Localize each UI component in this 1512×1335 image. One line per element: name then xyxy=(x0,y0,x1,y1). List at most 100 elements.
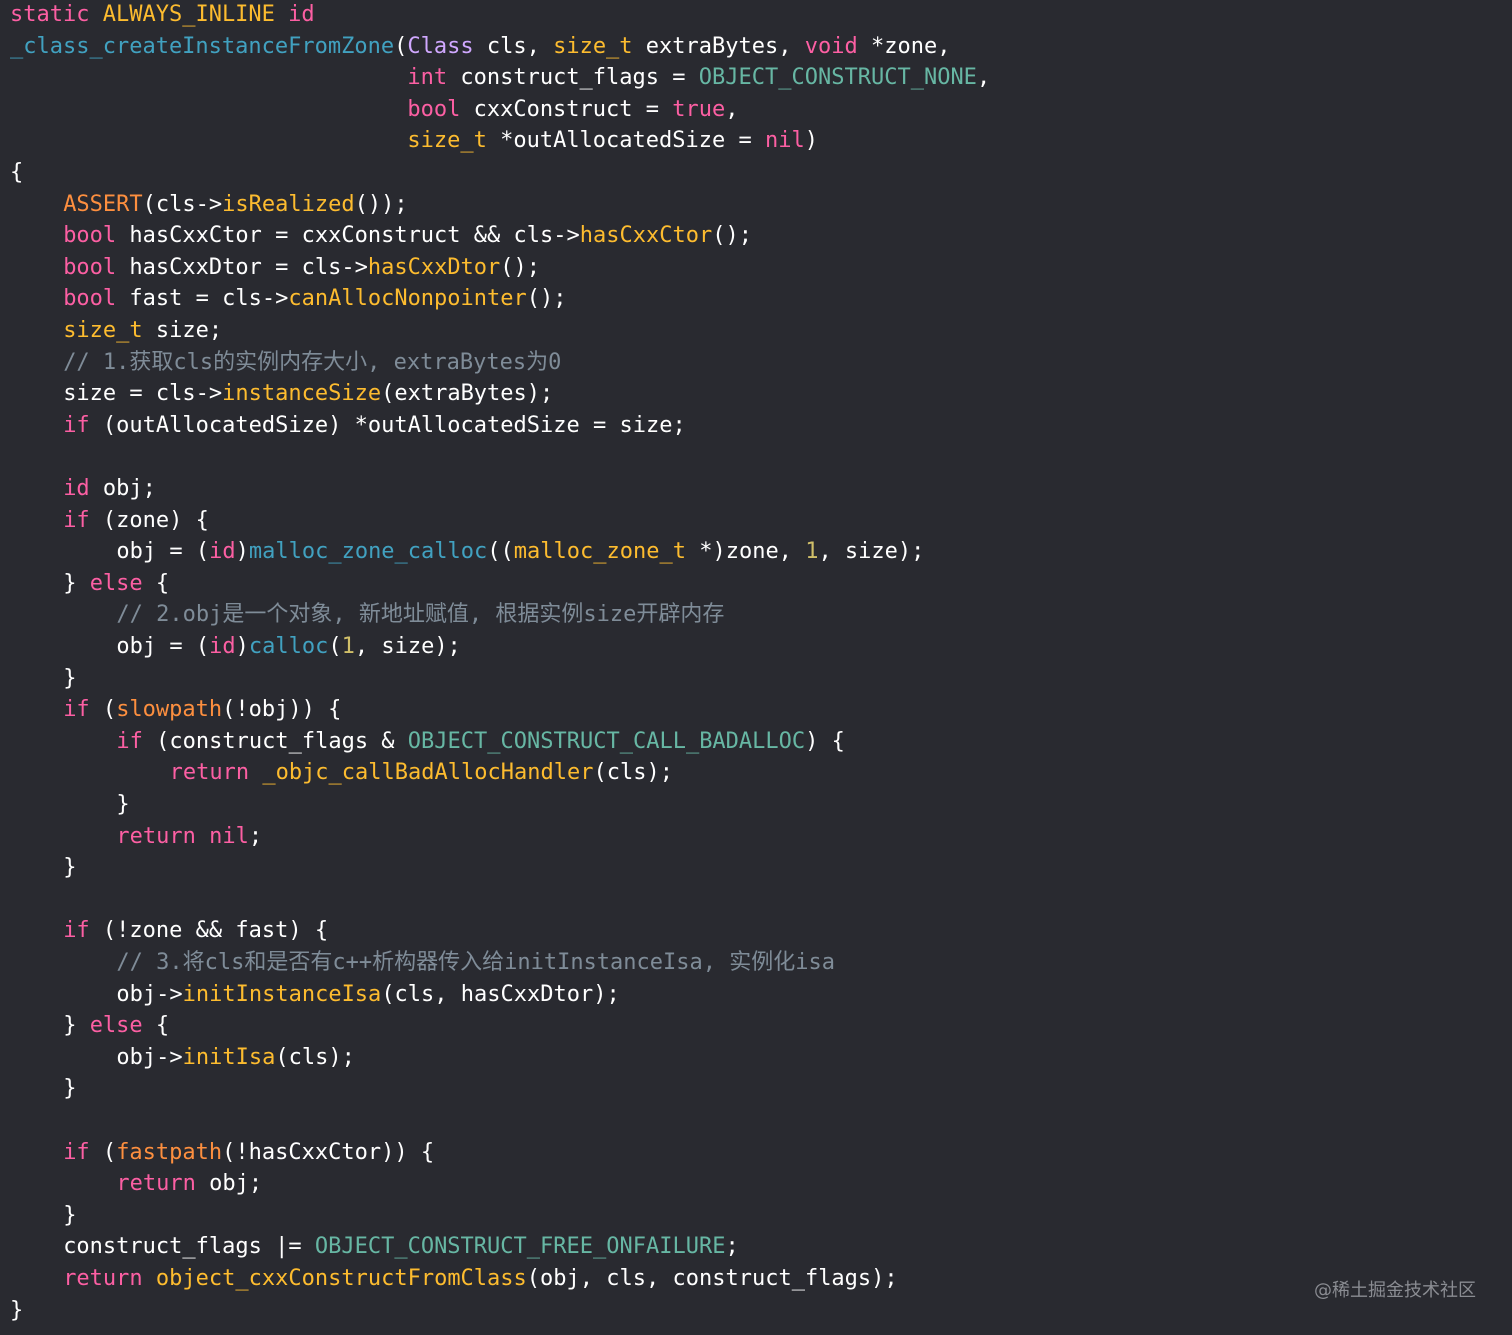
code-token-member-call: _objc_callBadAllocHandler xyxy=(262,760,594,786)
code-token-function-decl: calloc xyxy=(248,634,329,659)
code-line: construct_flags |= OBJECT_CONSTRUCT_FREE… xyxy=(63,1232,739,1262)
code-line: return obj; xyxy=(116,1169,262,1199)
code-token-keyword: bool xyxy=(63,254,117,280)
code-token-plain: obj = ( xyxy=(116,634,210,659)
code-token-plain: } xyxy=(63,855,77,881)
code-line: bool hasCxxDtor = cls->hasCxxDtor(); xyxy=(63,253,540,283)
code-token-plain: cls, xyxy=(473,33,554,59)
code-token-plain: ( xyxy=(394,33,408,59)
code-line: if (outAllocatedSize) *outAllocatedSize … xyxy=(63,411,686,441)
code-token-keyword: true xyxy=(672,96,726,122)
code-token-keyword: if xyxy=(63,507,90,533)
code-token-keyword: if xyxy=(63,412,90,438)
code-line: if (construct_flags & OBJECT_CONSTRUCT_C… xyxy=(116,727,845,757)
code-token-constant: OBJECT_CONSTRUCT_FREE_ONFAILURE xyxy=(314,1234,726,1260)
code-token-keyword: id xyxy=(209,634,236,659)
code-token-number: 1 xyxy=(341,634,355,659)
code-token-keyword: else xyxy=(89,570,143,596)
code-token-plain: , size); xyxy=(354,634,461,659)
code-token-comment: // 1.获取cls的实例内存大小, extraBytes为0 xyxy=(63,349,562,375)
code-token-keyword: void xyxy=(804,33,858,59)
code-line: return nil; xyxy=(116,822,262,852)
code-token-plain: } xyxy=(63,1013,90,1039)
code-token-keyword: int xyxy=(407,65,448,91)
code-line: return object_cxxConstructFromClass(obj,… xyxy=(63,1264,897,1294)
code-token-plain: ()); xyxy=(354,191,408,217)
code-token-keyword: return xyxy=(116,823,196,849)
code-line: bool cxxConstruct = true, xyxy=(10,95,739,125)
code-line: // 1.获取cls的实例内存大小, extraBytes为0 xyxy=(63,348,561,378)
code-token-keyword: else xyxy=(89,1013,143,1039)
code-token-comment: // 3.将cls和是否有c++析构器传入给initInstanceIsa, 实… xyxy=(116,950,835,975)
code-token-member-call: object_cxxConstructFromClass xyxy=(155,1266,527,1291)
code-token-plain: obj; xyxy=(195,1171,263,1197)
code-line: obj = (id)malloc_zone_calloc((malloc_zon… xyxy=(116,537,924,567)
code-token-plain: obj = ( xyxy=(116,539,210,565)
code-token-plain: , xyxy=(976,65,991,91)
code-token-constant: OBJECT_CONSTRUCT_CALL_BADALLOC xyxy=(407,728,806,754)
code-token-macro: fastpath xyxy=(116,1139,223,1165)
code-token-keyword: return xyxy=(116,1171,196,1197)
code-line: if (slowpath(!obj)) { xyxy=(63,695,341,725)
code-token-plain: (!hasCxxCtor)) { xyxy=(222,1139,435,1165)
code-token-macro: slowpath xyxy=(116,697,223,723)
code-token-plain: construct_flags = xyxy=(447,65,699,91)
code-token-plain: size = cls-> xyxy=(63,381,223,407)
code-line: } xyxy=(116,790,129,820)
code-token-member-call: isRealized xyxy=(222,191,355,217)
code-line: static ALWAYS_INLINE id xyxy=(10,0,315,30)
code-token-function-decl: _class_createInstanceFromZone xyxy=(10,33,395,59)
code-editor: static ALWAYS_INLINE id _class_createInst… xyxy=(0,0,1512,1335)
code-token-plain: obj; xyxy=(89,476,156,501)
code-line: int construct_flags = OBJECT_CONSTRUCT_N… xyxy=(10,63,990,93)
code-token-member-call: hasCxxDtor xyxy=(367,254,501,280)
code-line: } xyxy=(63,664,76,694)
code-token-keyword: if xyxy=(63,1139,90,1165)
code-token-plain: extraBytes, xyxy=(632,33,805,59)
code-token-member-call: size_t xyxy=(553,33,633,59)
code-token-plain: (cls); xyxy=(593,760,673,786)
code-token-constant: OBJECT_CONSTRUCT_NONE xyxy=(698,65,977,91)
code-token-plain: { xyxy=(142,1013,170,1039)
code-token-keyword: if xyxy=(63,918,90,944)
code-token-plain: *)zone, xyxy=(685,539,806,565)
code-line: size_t *outAllocatedSize = nil) xyxy=(10,126,818,156)
code-token-keyword: bool xyxy=(407,96,461,122)
code-token-plain: *zone, xyxy=(857,33,951,59)
code-token-plain: (zone) { xyxy=(89,507,209,533)
code-token-member-call: ALWAYS_INLINE xyxy=(102,2,275,27)
code-token-plain: } xyxy=(63,1076,77,1102)
code-token-keyword: id xyxy=(209,539,236,565)
code-token-keyword: nil xyxy=(209,823,249,849)
code-line: bool fast = cls->canAllocNonpointer(); xyxy=(63,284,566,314)
code-line: } else { xyxy=(63,1011,169,1041)
code-token-keyword: id xyxy=(288,2,315,27)
code-line: size = cls->instanceSize(extraBytes); xyxy=(63,379,553,409)
code-token-plain: (outAllocatedSize) *outAllocatedSize = s… xyxy=(89,412,686,438)
code-line: obj = (id)calloc(1, size); xyxy=(116,632,460,662)
code-token-plain: obj-> xyxy=(116,981,183,1007)
code-token-plain: (); xyxy=(712,223,752,249)
code-token-plain: } xyxy=(63,665,77,691)
code-line: } xyxy=(63,1074,76,1104)
code-token-plain: , size); xyxy=(818,539,925,565)
code-token-comment: // 2.obj是一个对象, 新地址赋值, 根据实例size开辟内存 xyxy=(116,602,725,628)
code-token-macro: ASSERT xyxy=(63,191,143,217)
code-token-plain: ; xyxy=(725,1234,739,1260)
code-token-member-call: canAllocNonpointer xyxy=(288,286,527,312)
watermark: @稀土掘金技术社区 xyxy=(1314,1280,1476,1301)
code-token-plain: } xyxy=(63,570,90,596)
code-token-plain: } xyxy=(10,1297,24,1323)
code-line: size_t size; xyxy=(63,316,222,346)
code-token-plain: ) { xyxy=(805,728,845,754)
code-token-plain: , xyxy=(725,96,739,122)
code-token-keyword: return xyxy=(169,760,250,786)
code-token-plain: ( xyxy=(89,1139,117,1165)
code-token-keyword: static xyxy=(10,2,90,27)
code-line: { xyxy=(10,158,23,188)
